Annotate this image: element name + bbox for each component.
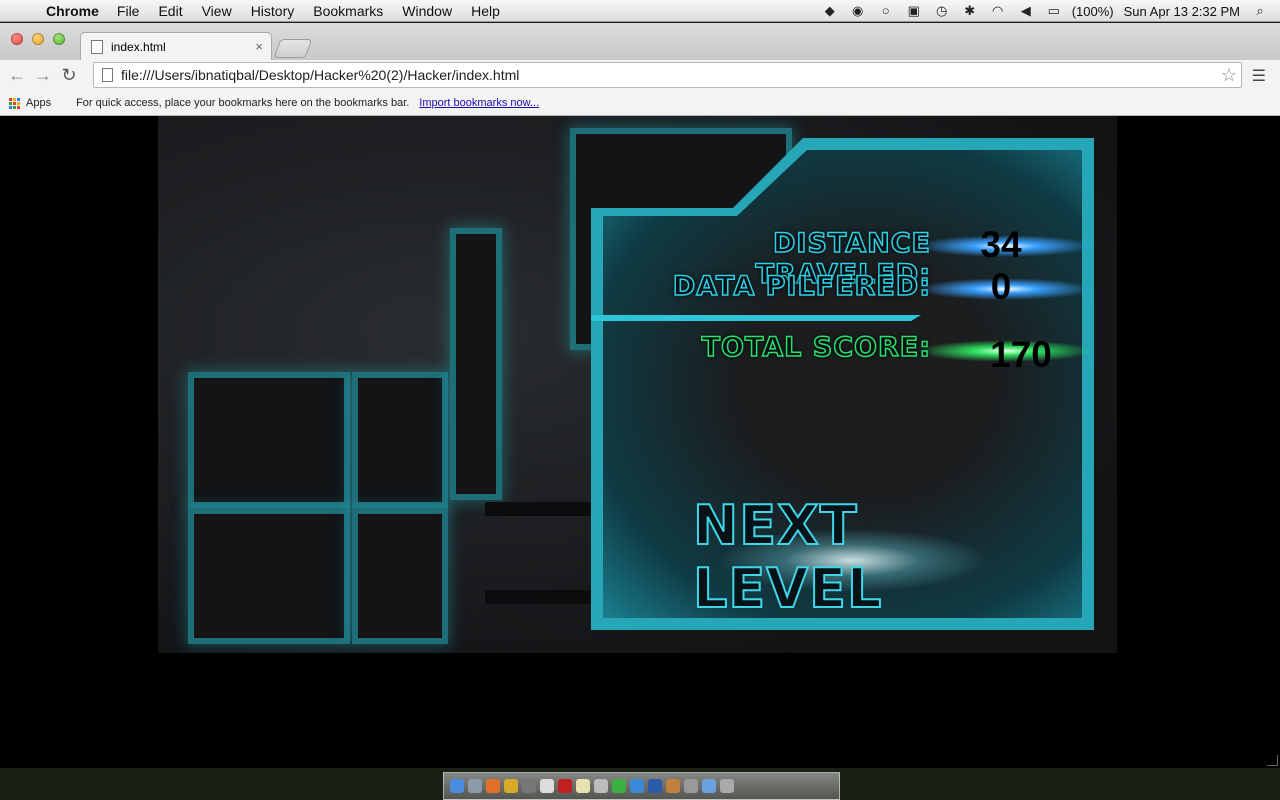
wifi-icon[interactable]: ◠ bbox=[990, 4, 1006, 18]
dropbox-icon[interactable]: ◆ bbox=[822, 4, 838, 18]
dock bbox=[443, 772, 840, 800]
total-score-label: TOTAL SCORE: bbox=[701, 331, 931, 364]
menu-bar: Chrome File Edit View History Bookmarks … bbox=[0, 0, 1280, 22]
level-complete-panel: DISTANCE TRAVELED: 34 DATA PILFERED: 0 T… bbox=[591, 138, 1094, 630]
apps-shortcut[interactable]: Apps bbox=[26, 97, 51, 109]
window-resize-grip[interactable] bbox=[1267, 755, 1278, 766]
bookmark-star-icon[interactable]: ☆ bbox=[1221, 65, 1237, 86]
time-machine-icon[interactable]: ◷ bbox=[934, 4, 950, 18]
window-minimize-button[interactable] bbox=[32, 33, 44, 45]
clock[interactable]: Sun Apr 13 2:32 PM bbox=[1124, 4, 1240, 19]
bookmarks-bar: Apps For quick access, place your bookma… bbox=[0, 91, 1280, 116]
back-arrow-icon[interactable]: ← bbox=[4, 65, 30, 86]
folder-icon[interactable] bbox=[702, 779, 716, 793]
data-pilfered-value: 0 bbox=[990, 266, 1012, 307]
menu-app-name[interactable]: Chrome bbox=[46, 3, 99, 19]
game-canvas[interactable]: DISTANCE TRAVELED: 34 DATA PILFERED: 0 T… bbox=[158, 116, 1117, 653]
bluetooth-icon[interactable]: ✱ bbox=[962, 4, 978, 18]
finder-icon[interactable] bbox=[450, 779, 464, 793]
preview-icon[interactable] bbox=[594, 779, 608, 793]
calendar-icon[interactable] bbox=[540, 779, 554, 793]
menu-file[interactable]: File bbox=[117, 3, 140, 19]
bookmarks-hint-text: For quick access, place your bookmarks h… bbox=[76, 97, 410, 109]
photos-icon[interactable] bbox=[666, 779, 680, 793]
spotify-icon[interactable] bbox=[612, 779, 626, 793]
tab-strip: index.html × bbox=[0, 23, 1280, 60]
total-score-value: 170 bbox=[990, 334, 1052, 375]
tab-index-html[interactable]: index.html × bbox=[80, 32, 272, 60]
distance-traveled-value: 34 bbox=[980, 224, 1022, 265]
reload-icon[interactable]: ↻ bbox=[56, 65, 82, 86]
score-divider bbox=[591, 315, 921, 321]
itunes-icon[interactable] bbox=[684, 779, 698, 793]
status-menus: ◆ ◉ ○ ▣ ◷ ✱ ◠ ◀ ▭ (100%) Sun Apr 13 2:32… bbox=[810, 0, 1268, 22]
volume-icon[interactable]: ◀ bbox=[1018, 4, 1034, 18]
address-bar[interactable]: file:///Users/ibnatiqbal/Desktop/Hacker%… bbox=[93, 62, 1242, 88]
import-bookmarks-link[interactable]: Import bookmarks now... bbox=[419, 97, 539, 109]
new-tab-button[interactable] bbox=[273, 39, 313, 58]
display-icon[interactable]: ▣ bbox=[906, 4, 922, 18]
data-pilfered-label: DATA PILFERED: bbox=[672, 270, 931, 303]
chrome-menu-icon[interactable]: ☰ bbox=[1252, 66, 1266, 86]
safari-icon[interactable] bbox=[630, 779, 644, 793]
launchpad-icon[interactable] bbox=[468, 779, 482, 793]
page-document-icon bbox=[102, 68, 113, 82]
menu-help[interactable]: Help bbox=[471, 3, 500, 19]
menu-edit[interactable]: Edit bbox=[158, 3, 182, 19]
forward-arrow-icon[interactable]: → bbox=[30, 65, 56, 86]
acrobat-icon[interactable] bbox=[558, 779, 572, 793]
menu-view[interactable]: View bbox=[202, 3, 232, 19]
word-icon[interactable] bbox=[648, 779, 662, 793]
next-level-button[interactable]: NEXT LEVEL bbox=[692, 493, 1011, 621]
page-viewport: DISTANCE TRAVELED: 34 DATA PILFERED: 0 T… bbox=[0, 116, 1280, 768]
notes-icon[interactable] bbox=[576, 779, 590, 793]
address-url[interactable]: file:///Users/ibnatiqbal/Desktop/Hacker%… bbox=[121, 67, 519, 83]
trash-icon[interactable] bbox=[720, 779, 734, 793]
tab-title: index.html bbox=[111, 39, 166, 54]
chat-bubble-icon[interactable]: ○ bbox=[878, 4, 894, 18]
tab-close-icon[interactable]: × bbox=[255, 39, 263, 54]
browser-toolbar: ← → ↻ file:///Users/ibnatiqbal/Desktop/H… bbox=[0, 60, 1280, 91]
system-preferences-icon[interactable] bbox=[522, 779, 536, 793]
window-close-button[interactable] bbox=[11, 33, 23, 45]
apps-grid-icon[interactable] bbox=[9, 97, 20, 109]
menu-history[interactable]: History bbox=[251, 3, 295, 19]
battery-percentage[interactable]: (100%) bbox=[1072, 4, 1114, 19]
menu-window[interactable]: Window bbox=[402, 3, 452, 19]
firefox-icon[interactable] bbox=[486, 779, 500, 793]
spotlight-search-icon[interactable]: ⌕ bbox=[1252, 4, 1268, 18]
menu-bookmarks[interactable]: Bookmarks bbox=[313, 3, 383, 19]
battery-icon[interactable]: ▭ bbox=[1046, 4, 1062, 18]
alert-icon[interactable]: ◉ bbox=[850, 4, 866, 18]
window-zoom-button[interactable] bbox=[53, 33, 65, 45]
page-document-icon bbox=[91, 39, 103, 54]
chrome-icon[interactable] bbox=[504, 779, 518, 793]
